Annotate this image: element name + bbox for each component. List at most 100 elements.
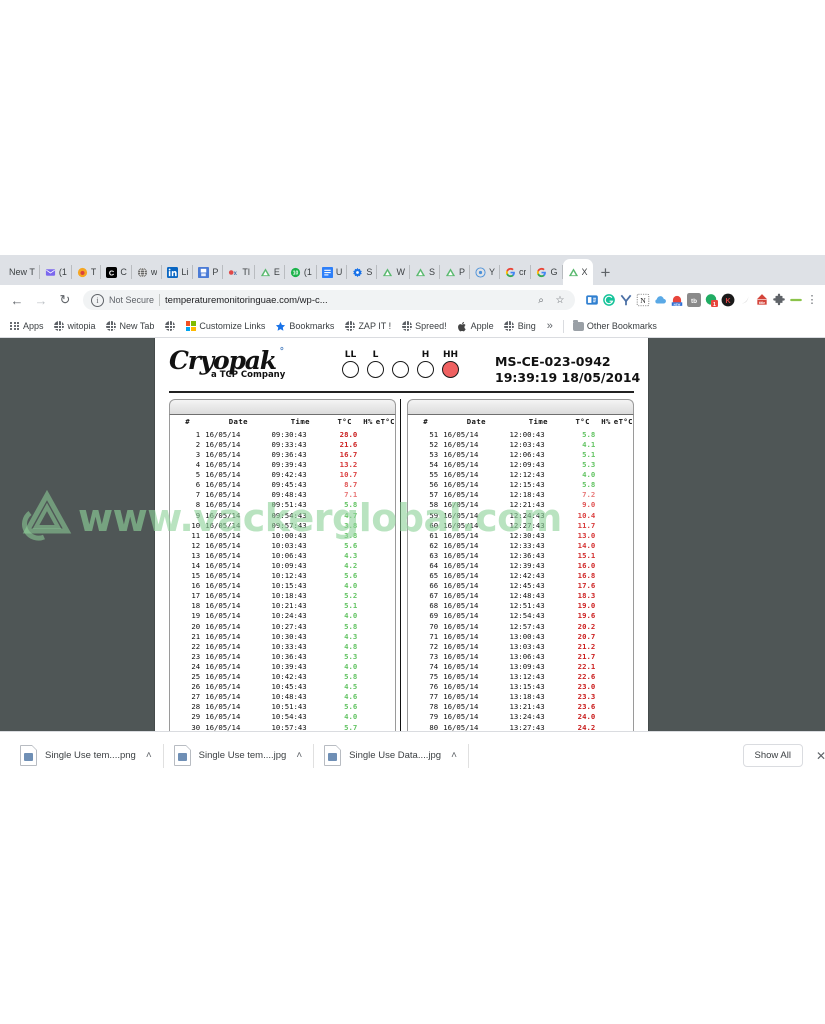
download-item[interactable]: Single Use tem....png ˄ [10,732,164,779]
browser-tab[interactable]: P [193,259,224,285]
bookmark-item[interactable]: Apps [6,320,47,333]
bookmark-label: ZAP IT ! [358,321,392,331]
cryopak-favicon-icon [260,267,271,278]
cell-time: 12:03:43 [509,439,545,449]
yandex-extension[interactable] [619,293,633,307]
file-icon [324,745,342,766]
bookmark-item[interactable]: New Tab [103,320,158,333]
tb-extension[interactable]: tb [687,293,701,307]
url-text[interactable]: temperaturemonitoringuae.com/wp-c... [165,295,529,306]
browser-tab[interactable]: 10 (1 [285,259,317,285]
cell-empty [598,460,614,470]
cell-empty [598,429,614,439]
cell-date: 16/05/14 [443,631,479,641]
browser-tab[interactable]: x Tl [223,259,255,285]
browser-tab[interactable]: New T [4,259,40,285]
download-menu-caret-icon[interactable]: ˄ [449,750,459,761]
bookmark-item[interactable]: Bookmarks [272,320,337,333]
cell-empty [376,520,395,530]
browser-tab[interactable]: Li [162,259,194,285]
chrome-menu-icon[interactable]: ⋮ [805,294,819,306]
cell-time: 13:03:43 [509,641,545,651]
cell-empty [598,611,614,621]
alarm-indicator: L [366,350,385,378]
browser-tab[interactable]: cr [500,259,532,285]
cloud-extension[interactable] [653,293,667,307]
table-row: 56 16/05/14 12:15:43 5.8 [408,480,633,490]
cell-empty [614,490,633,500]
show-all-downloads-button[interactable]: Show All [742,744,803,767]
cell-empty [360,439,376,449]
cell-time: 09:45:43 [271,480,307,490]
forward-button[interactable]: → [30,289,52,311]
notion-extension[interactable]: N [636,293,650,307]
info-icon[interactable]: i [91,293,104,307]
browser-tab[interactable]: (1 [40,259,72,285]
back-button[interactable]: ← [6,289,28,311]
cell-time: 12:09:43 [509,460,545,470]
search-icon[interactable]: ⌕ [534,293,548,307]
reload-button[interactable]: ↻ [54,289,76,311]
grammarly-extension[interactable] [602,293,616,307]
cell-n: 78 [429,702,439,712]
browser-tab[interactable]: w [132,259,163,285]
browser-tab[interactable]: E [255,259,285,285]
download-menu-caret-icon[interactable]: ˄ [144,750,154,761]
bookmark-item[interactable] [161,320,178,333]
k-extension[interactable]: K [721,293,735,307]
bookmark-item[interactable]: witopia [51,320,99,333]
table-row: 58 16/05/14 12:21:43 9.0 [408,500,633,510]
browser-tab-active[interactable]: X [562,259,593,285]
counter-extension[interactable]: 1 [704,293,718,308]
star-icon [275,321,286,332]
download-item[interactable]: Single Use Data....jpg ˄ [314,732,469,779]
download-menu-caret-icon[interactable]: ˄ [294,750,304,761]
table-row: 18 16/05/14 10:21:43 5.1 [170,601,395,611]
bookmark-item[interactable]: ZAP IT ! [341,320,394,333]
tab-label: E [273,267,280,277]
table-row: 75 16/05/14 13:12:43 22.6 [408,672,633,682]
reader-extension[interactable] [585,293,599,307]
browser-tab[interactable]: G [531,259,563,285]
cell-empty [360,611,376,621]
bookmark-item[interactable]: Spreed! [398,320,450,333]
bookmarks-overflow-button[interactable]: » [543,320,557,332]
microsoft-icon [185,321,196,332]
tab-label: S [366,267,373,277]
cell-date: 16/05/14 [205,611,241,621]
cell-t: 4.3 [344,550,358,560]
download-item[interactable]: Single Use tem....jpg ˄ [164,732,315,779]
cell-empty [376,591,395,601]
swirl-extension[interactable] [738,293,752,307]
cell-time: 10:06:43 [271,550,307,560]
cell-empty [360,520,376,530]
cell-empty [598,692,614,702]
slider-extension[interactable] [789,293,803,307]
new-badge-extension[interactable]: NEW [670,293,684,307]
cryopak-favicon-icon [415,267,426,278]
other-bookmarks-folder[interactable]: Other Bookmarks [570,319,660,333]
cell-n: 64 [429,561,439,571]
bookmark-item[interactable]: Apple [454,320,497,333]
browser-tab[interactable]: T [72,259,102,285]
bookmark-star-icon[interactable]: ☆ [553,293,567,307]
close-downloads-bar-button[interactable]: ✕ [803,749,825,763]
new-tab-button[interactable]: + [593,259,619,285]
browser-tab[interactable]: Y [470,259,500,285]
puzzle-extension[interactable] [772,293,786,307]
cell-date: 16/05/14 [443,500,479,510]
bookmark-item[interactable]: Bing [501,320,539,333]
browser-tab[interactable]: W [377,259,410,285]
title-extension[interactable]: title [755,293,769,307]
cell-date: 16/05/14 [443,510,479,520]
cell-date: 16/05/14 [443,601,479,611]
browser-tab[interactable]: CC [101,259,132,285]
browser-tab[interactable]: P [440,259,470,285]
browser-tab[interactable]: S [410,259,440,285]
cell-empty [598,470,614,480]
address-bar[interactable]: i Not Secure temperaturemonitoringuae.co… [83,290,575,310]
column-header: eT°C [613,417,633,427]
bookmark-item[interactable]: Customize Links [182,320,268,333]
browser-tab[interactable]: U [317,259,348,285]
browser-tab[interactable]: S [347,259,378,285]
